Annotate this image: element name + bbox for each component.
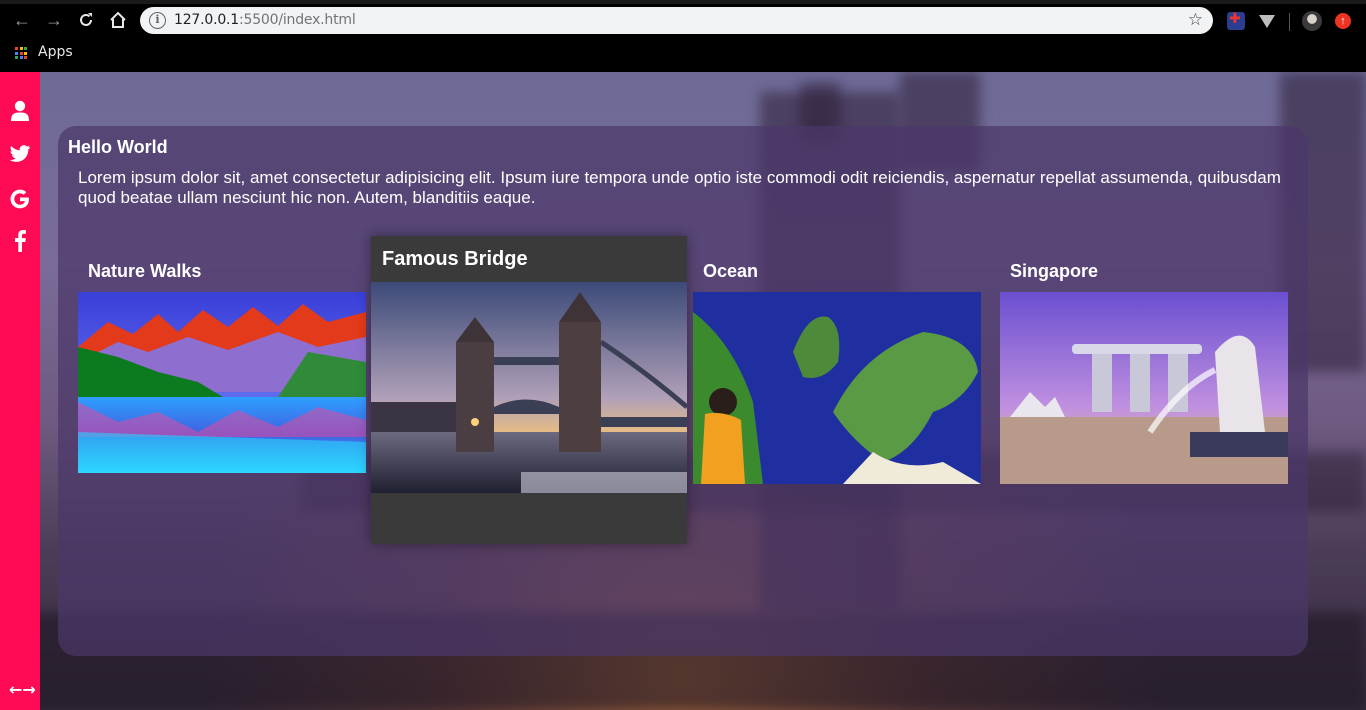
twitter-icon[interactable] — [8, 144, 32, 168]
extension-icon[interactable] — [1227, 10, 1245, 30]
profile-avatar[interactable] — [1302, 11, 1322, 31]
card-famous-bridge[interactable]: Famous Bridge — [371, 236, 687, 544]
address-bar[interactable]: i 127.0.0.1:5500/index.html ☆ — [140, 7, 1213, 34]
card-singapore[interactable]: Singapore — [1000, 255, 1288, 485]
panel-title: Hello World — [68, 137, 168, 157]
facebook-icon[interactable] — [8, 230, 32, 254]
panel-description: Lorem ipsum dolor sit, amet consectetur … — [78, 168, 1281, 207]
mountain-lake-image — [78, 292, 366, 473]
toolbar-divider — [1289, 13, 1290, 31]
expand-arrows-icon[interactable]: ←→ — [9, 680, 36, 699]
card-ocean[interactable]: Ocean — [693, 255, 981, 485]
update-icon[interactable]: ↑ — [1335, 13, 1351, 29]
card-title: Famous Bridge — [382, 248, 528, 270]
bookmark-star-icon[interactable]: ☆ — [1188, 10, 1203, 30]
browser-toolbar: ← → i 127.0.0.1:5500/index.html ☆ ↑ — [0, 4, 1366, 37]
home-icon[interactable] — [106, 8, 130, 32]
card-title: Nature Walks — [88, 261, 202, 281]
apps-bookmark[interactable]: Apps — [38, 44, 73, 60]
bookmarks-bar: Apps — [0, 40, 1366, 68]
card-title: Singapore — [1010, 261, 1099, 281]
ocean-cliff-image — [693, 292, 981, 484]
apps-icon[interactable] — [15, 47, 27, 59]
card-title: Ocean — [703, 261, 759, 281]
singapore-skyline-image — [1000, 292, 1288, 484]
google-icon[interactable] — [8, 188, 32, 212]
vue-devtools-icon[interactable] — [1258, 12, 1276, 30]
back-icon[interactable]: ← — [10, 8, 34, 32]
url-text: 127.0.0.1:5500/index.html — [174, 12, 356, 28]
url-path: :5500/index.html — [239, 12, 356, 28]
card-nature-walks[interactable]: Nature Walks — [78, 255, 366, 475]
social-sidebar: ←→ — [0, 72, 40, 710]
site-info-icon[interactable]: i — [149, 12, 166, 29]
browser-chrome: ← → i 127.0.0.1:5500/index.html ☆ ↑ Apps — [0, 0, 1366, 72]
tower-bridge-image — [371, 282, 687, 493]
forward-icon[interactable]: → — [42, 8, 66, 32]
user-icon[interactable] — [8, 100, 32, 124]
url-host: 127.0.0.1 — [174, 12, 239, 28]
reload-icon[interactable] — [74, 8, 98, 32]
